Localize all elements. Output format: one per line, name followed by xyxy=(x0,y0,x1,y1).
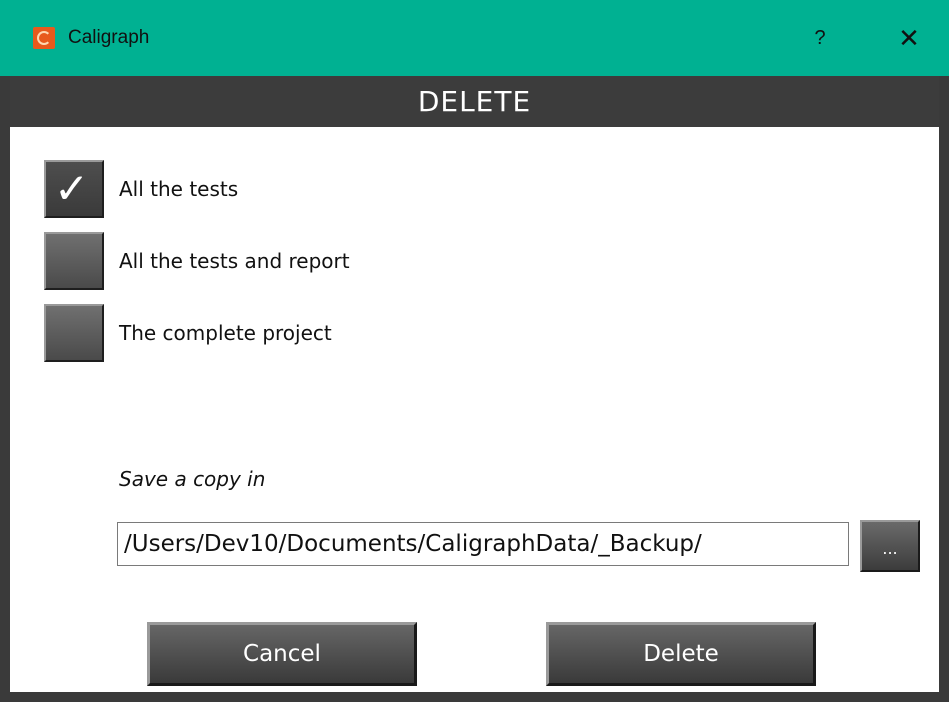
close-icon[interactable]: ✕ xyxy=(885,20,933,56)
save-copy-label: Save a copy in xyxy=(119,467,266,491)
option-all-tests-and-report[interactable]: All the tests and report xyxy=(44,232,544,290)
checkbox-all-tests[interactable]: ✓ xyxy=(44,160,104,218)
option-label: All the tests and report xyxy=(119,249,350,273)
dialog-window: Caligraph ? ✕ DELETE ✓ All the tests All… xyxy=(0,0,949,702)
dialog-header: DELETE xyxy=(10,76,939,127)
help-button[interactable]: ? xyxy=(800,20,840,56)
checkbox-all-tests-and-report[interactable] xyxy=(44,232,104,290)
title-bar[interactable]: Caligraph ? ✕ xyxy=(0,0,949,76)
checkmark-icon: ✓ xyxy=(54,164,90,213)
dialog-content: ✓ All the tests All the tests and report… xyxy=(10,127,939,692)
option-label: The complete project xyxy=(119,321,332,345)
delete-button[interactable]: Delete xyxy=(546,622,816,686)
backup-path-input[interactable] xyxy=(117,522,849,566)
caligraph-logo-icon xyxy=(33,27,55,49)
window-title: Caligraph xyxy=(68,27,150,48)
cancel-button[interactable]: Cancel xyxy=(147,622,417,686)
option-all-tests[interactable]: ✓ All the tests xyxy=(44,160,544,218)
checkbox-complete-project[interactable] xyxy=(44,304,104,362)
browse-button[interactable]: ... xyxy=(860,520,920,572)
option-complete-project[interactable]: The complete project xyxy=(44,304,544,362)
option-label: All the tests xyxy=(119,177,239,201)
